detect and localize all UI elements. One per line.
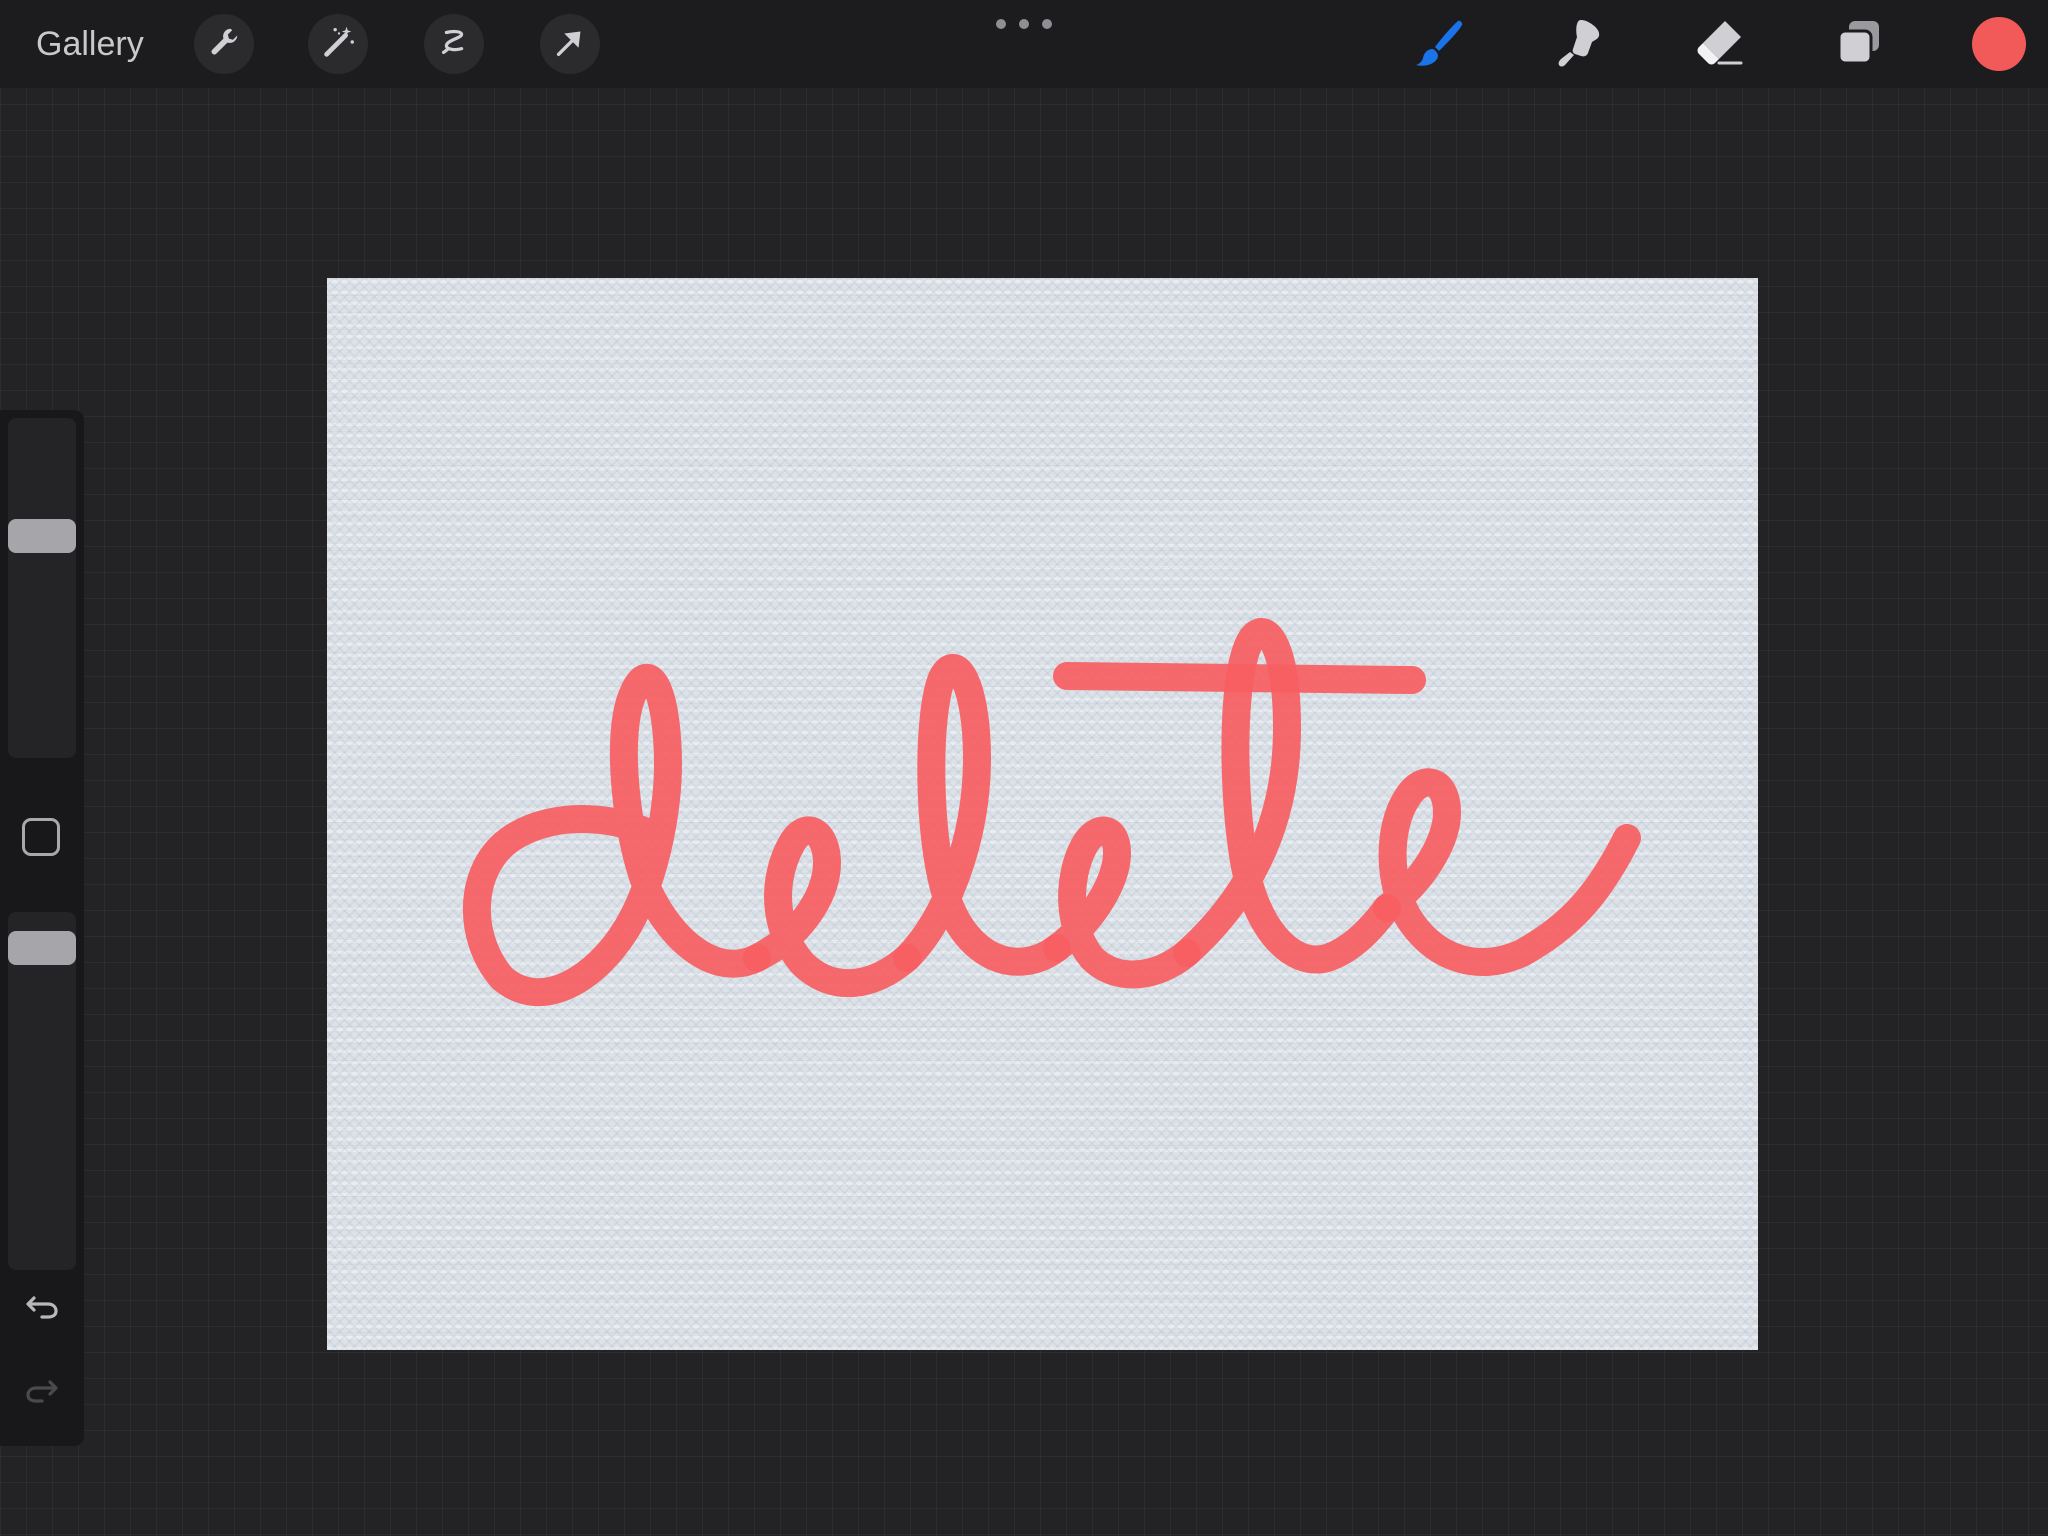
- eraser-icon: [1691, 15, 1747, 76]
- smudge-tool-button[interactable]: [1548, 14, 1610, 76]
- opacity-slider[interactable]: [8, 912, 76, 1270]
- smudge-icon: [1551, 15, 1607, 76]
- brush-size-thumb[interactable]: [8, 519, 76, 553]
- selection-icon: [435, 23, 473, 66]
- actions-button[interactable]: [194, 14, 254, 74]
- opacity-thumb[interactable]: [8, 931, 76, 965]
- brush-size-slider[interactable]: [8, 418, 76, 758]
- layers-icon: [1831, 15, 1887, 76]
- brush-icon: [1411, 15, 1467, 76]
- layers-button[interactable]: [1828, 14, 1890, 76]
- dot: [1042, 19, 1052, 29]
- undo-icon: [22, 1286, 62, 1331]
- lettering-artwork: [463, 618, 1641, 1007]
- more-options-button[interactable]: [996, 12, 1052, 36]
- top-toolbar: Gallery: [0, 0, 2048, 88]
- color-picker-swatch[interactable]: [1972, 17, 2026, 71]
- gallery-button[interactable]: Gallery: [36, 22, 144, 66]
- eraser-tool-button[interactable]: [1688, 14, 1750, 76]
- undo-button[interactable]: [20, 1286, 64, 1330]
- brush-tool-button[interactable]: [1408, 14, 1470, 76]
- magic-wand-icon: [319, 23, 357, 66]
- selection-button[interactable]: [424, 14, 484, 74]
- dot: [1019, 19, 1029, 29]
- transform-arrow-icon: [551, 23, 589, 66]
- modify-button[interactable]: [22, 818, 60, 856]
- redo-icon: [22, 1370, 62, 1415]
- wrench-icon: [205, 23, 243, 66]
- adjustments-button[interactable]: [308, 14, 368, 74]
- drawing-canvas[interactable]: [327, 278, 1758, 1350]
- dot: [996, 19, 1006, 29]
- redo-button[interactable]: [20, 1370, 64, 1414]
- left-sidebar: [0, 410, 84, 1446]
- transform-button[interactable]: [540, 14, 600, 74]
